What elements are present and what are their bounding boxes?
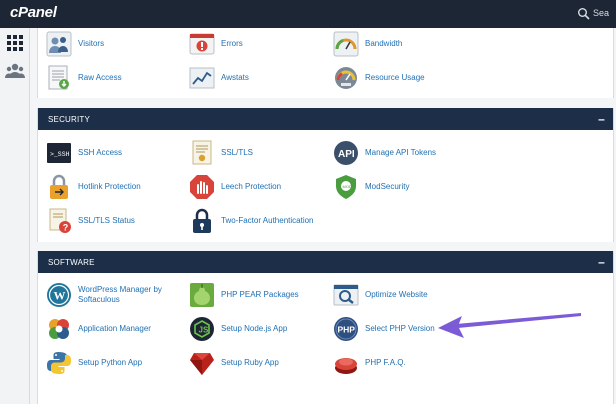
software-item-label: Setup Ruby App: [221, 358, 279, 367]
svg-text:API: API: [338, 149, 355, 160]
modsecurity-shield-icon: MOD: [336, 175, 356, 199]
php-icon: PHP: [334, 317, 358, 341]
svg-text:JS: JS: [199, 326, 209, 335]
software-panel-header[interactable]: SOFTWARE –: [38, 251, 613, 273]
users-icon[interactable]: [5, 62, 25, 80]
ruby-icon: [190, 353, 214, 375]
security-panel-header[interactable]: SECURITY –: [38, 108, 613, 130]
api-icon: API: [334, 141, 358, 165]
svg-text:>_SSH: >_SSH: [50, 151, 70, 158]
software-item-label: Setup Python App: [78, 358, 143, 367]
security-item-label: ModSecurity: [365, 182, 410, 191]
security-item-label: Hotlink Protection: [78, 182, 141, 191]
errors-icon: [189, 33, 215, 55]
grid-icon[interactable]: [5, 34, 25, 52]
svg-text:MOD: MOD: [343, 184, 352, 189]
main-content: Visitors Errors Bandwidth Raw Access Aws…: [30, 28, 616, 404]
metrics-panel: Visitors Errors Bandwidth Raw Access Aws…: [37, 28, 614, 98]
software-item-label: Optimize Website: [365, 290, 428, 299]
ssl-certificate-icon: [192, 140, 212, 165]
software-item-label: Application Manager: [78, 324, 151, 333]
ssh-icon: >_SSH: [47, 143, 71, 163]
svg-text:W: W: [54, 289, 66, 303]
security-item-label: SSL/TLS: [221, 148, 254, 157]
hotlink-lock-icon: [50, 174, 68, 199]
nodejs-icon: JS: [190, 317, 214, 341]
software-item-label: PHP F.A.Q.: [365, 358, 406, 367]
two-factor-lock-icon: [193, 208, 211, 233]
search-icon[interactable]: [577, 7, 591, 21]
metrics-item-label: Errors: [221, 39, 243, 48]
security-item-label: Manage API Tokens: [365, 148, 437, 157]
software-item-label: PHP PEAR Packages: [221, 290, 299, 299]
left-rail: [0, 28, 30, 404]
metrics-item-label: Resource Usage: [365, 73, 425, 82]
panel-title: SOFTWARE: [48, 258, 95, 267]
arrow-line: [456, 313, 581, 328]
metrics-item-label: Visitors: [78, 39, 105, 48]
leech-hand-icon: [190, 175, 214, 199]
search-input[interactable]: Sea: [593, 8, 609, 18]
software-item-label: WordPress Manager by Softaculous: [78, 285, 162, 304]
php-faq-icon: [335, 358, 357, 374]
bandwidth-icon: [333, 31, 359, 57]
raw-access-icon: [48, 65, 69, 90]
metrics-item-label: Bandwidth: [365, 39, 403, 48]
optimize-icon: [333, 284, 359, 306]
svg-text:PHP: PHP: [338, 325, 356, 335]
security-panel: SECURITY – >_SSH SSH Access SSL/TLS API: [37, 108, 614, 242]
software-item-label: Select PHP Version: [365, 324, 435, 333]
application-manager-icon: [49, 319, 69, 339]
collapse-icon[interactable]: –: [598, 255, 605, 269]
panel-title: SECURITY: [48, 115, 91, 124]
wordpress-icon: W: [47, 283, 71, 307]
ssl-status-icon: ?: [49, 208, 71, 233]
resource-usage-icon: [335, 67, 357, 89]
metrics-item-label: Awstats: [221, 73, 249, 82]
software-item-label: Setup Node.js App: [221, 324, 288, 333]
security-item-label: SSL/TLS Status: [78, 216, 135, 225]
security-item-label: Two-Factor Authentication: [221, 216, 314, 225]
security-item-label: Leech Protection: [221, 182, 282, 191]
pear-icon: [190, 283, 214, 307]
awstats-icon: [189, 67, 215, 89]
collapse-icon[interactable]: –: [598, 112, 605, 126]
cpanel-logo[interactable]: cPanel: [10, 4, 57, 21]
svg-text:?: ?: [63, 223, 69, 233]
metrics-item-label: Raw Access: [78, 73, 122, 82]
annotation-arrow-icon: [438, 313, 581, 338]
security-item-label: SSH Access: [78, 148, 123, 157]
python-icon: [47, 352, 71, 374]
visitors-icon: [46, 31, 72, 57]
top-bar: cPanel Sea: [0, 0, 616, 28]
